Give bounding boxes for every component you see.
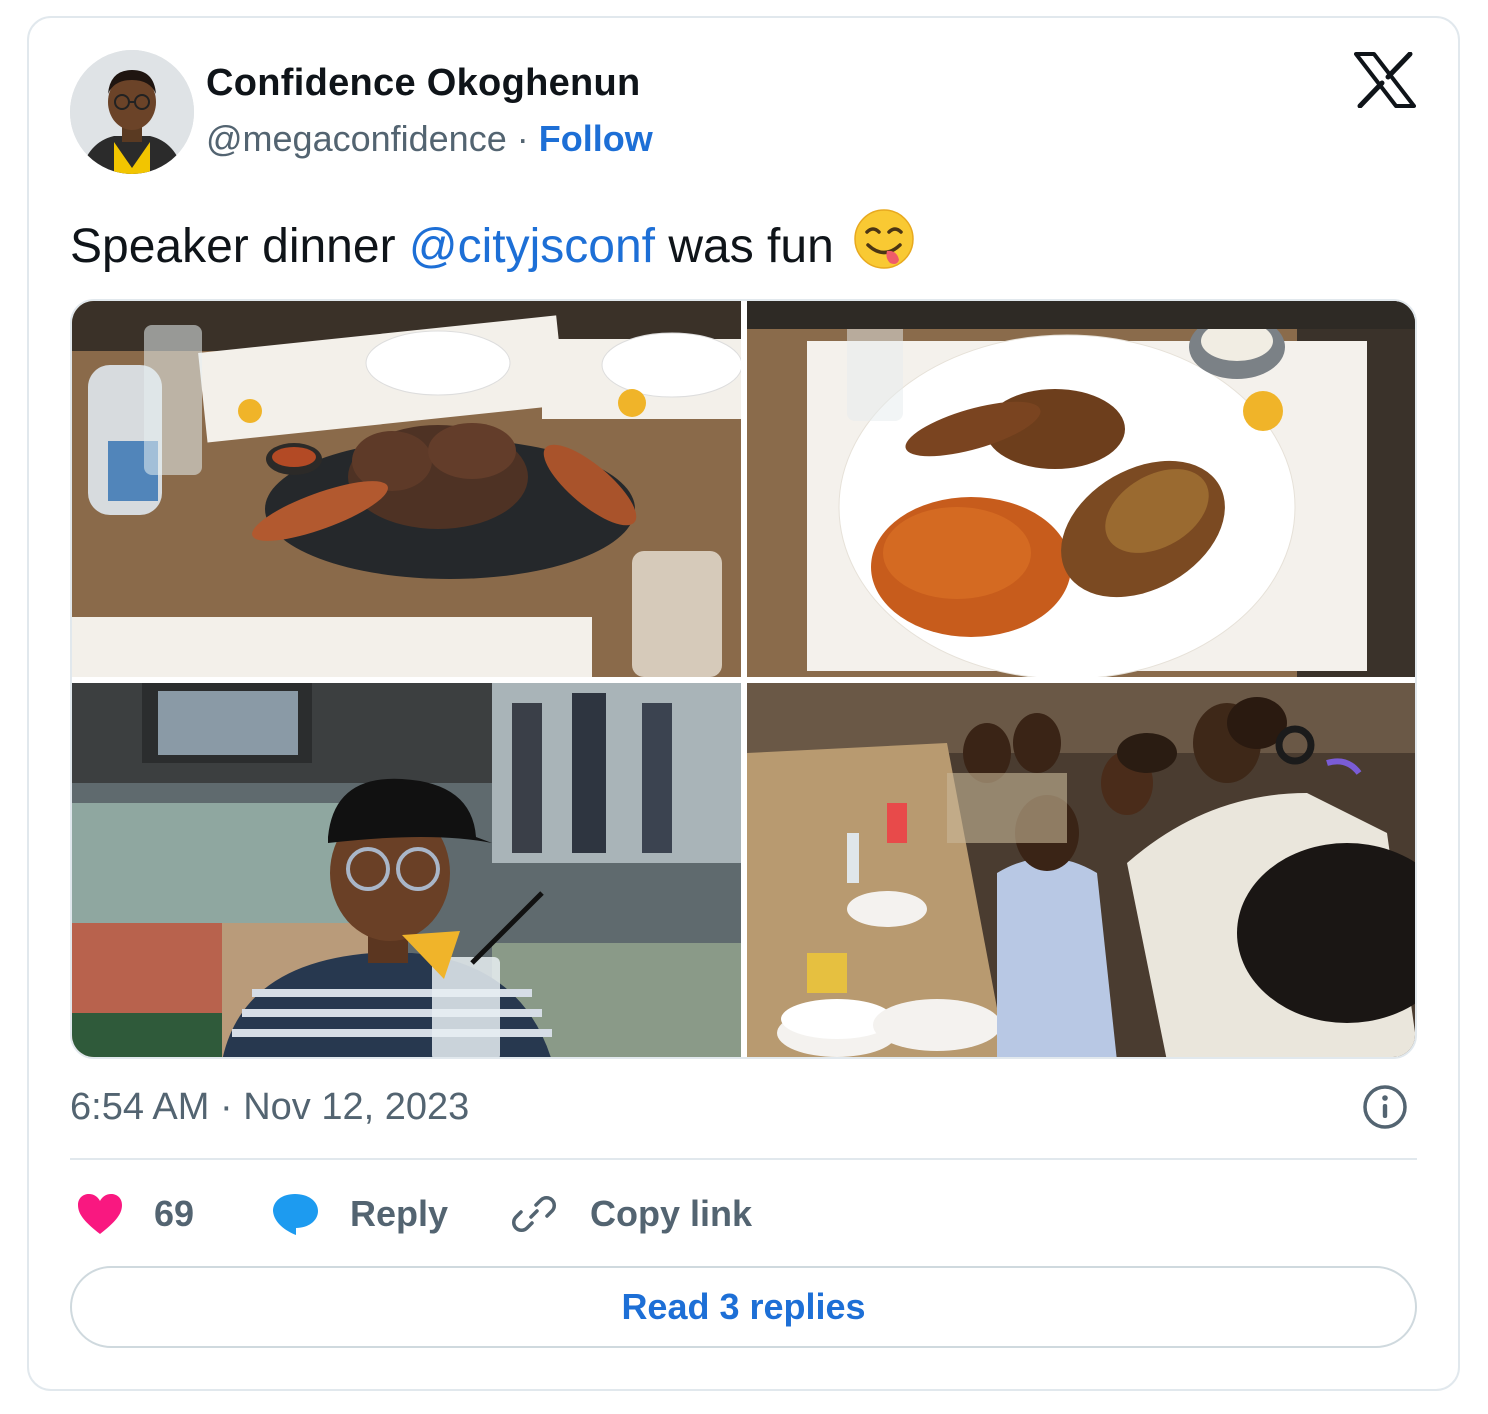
follow-button[interactable]: Follow bbox=[539, 118, 653, 159]
tweet-text-end: was fun bbox=[655, 220, 834, 273]
divider bbox=[70, 1158, 1417, 1160]
author-name[interactable]: Confidence Okoghenun bbox=[206, 62, 641, 105]
tweet-text-start: Speaker dinner bbox=[70, 220, 409, 273]
reply-button[interactable]: Reply bbox=[270, 1186, 448, 1242]
like-button[interactable]: 69 bbox=[76, 1186, 194, 1242]
link-icon bbox=[510, 1190, 558, 1238]
author-handle[interactable]: @megaconfidence bbox=[206, 118, 507, 159]
reply-bubble-icon bbox=[270, 1191, 320, 1237]
tweet-text: Speaker dinner @cityjsconf was fun bbox=[70, 208, 915, 277]
copy-link-button[interactable]: Copy link bbox=[510, 1186, 752, 1242]
copy-link-label: Copy link bbox=[590, 1193, 753, 1234]
read-replies-button[interactable]: Read 3 replies bbox=[70, 1266, 1417, 1348]
like-count: 69 bbox=[154, 1193, 195, 1234]
author-handle-row: @megaconfidence · Follow bbox=[206, 118, 653, 160]
mention-link[interactable]: @cityjsconf bbox=[409, 220, 655, 273]
handle-separator: · bbox=[516, 118, 539, 159]
heart-icon bbox=[76, 1192, 124, 1236]
photo-jollof-rice-chicken[interactable] bbox=[747, 301, 1415, 677]
photo-grilled-meat-platter[interactable] bbox=[72, 301, 741, 677]
tweet-timestamp[interactable]: 6:54 AM · Nov 12, 2023 bbox=[70, 1086, 469, 1129]
reply-label: Reply bbox=[350, 1193, 449, 1234]
x-logo-icon[interactable] bbox=[1354, 51, 1416, 109]
media-grid bbox=[70, 299, 1417, 1059]
photo-group-dinner-table[interactable] bbox=[747, 683, 1415, 1057]
face-savoring-food-emoji bbox=[853, 208, 915, 270]
info-icon[interactable] bbox=[1362, 1084, 1408, 1130]
photo-person-with-drink[interactable] bbox=[72, 683, 741, 1057]
avatar[interactable] bbox=[70, 50, 194, 174]
